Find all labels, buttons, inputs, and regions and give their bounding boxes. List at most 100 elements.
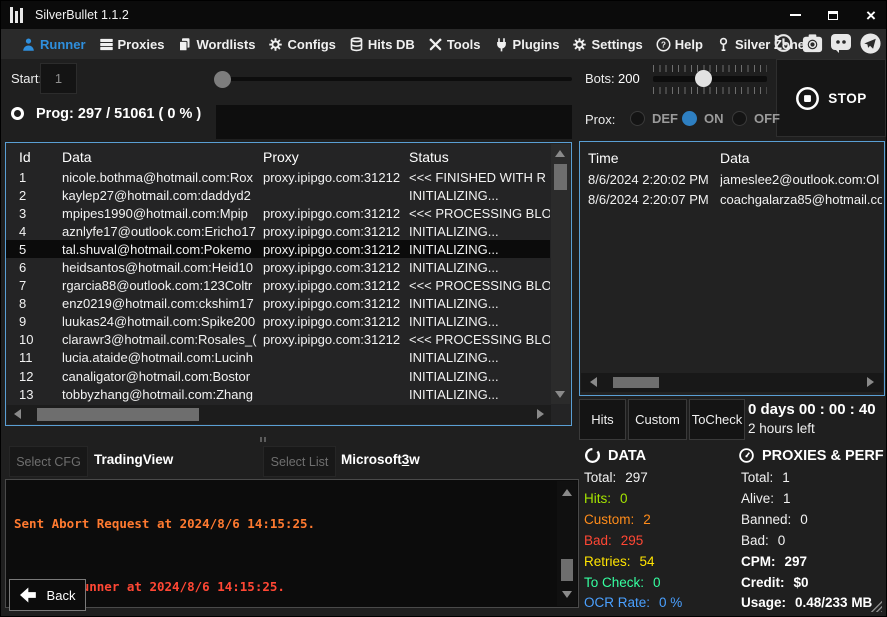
splitter-handle[interactable] (255, 437, 271, 442)
perf-alive: Alive:1 (741, 491, 791, 506)
telegram-icon[interactable] (858, 31, 882, 55)
data-icon (584, 447, 601, 464)
perf-credit: Credit:$0 (741, 575, 809, 590)
scroll-thumb[interactable] (37, 408, 199, 421)
progress-indicator-icon (11, 107, 24, 120)
camera-icon[interactable] (800, 31, 824, 55)
table-row[interactable]: 3mpipes1990@hotmail.com:Mpipproxy.ipipgo… (6, 204, 550, 222)
stop-button[interactable]: STOP (776, 59, 886, 137)
nav-settings[interactable]: Settings (572, 37, 642, 52)
column-header-data[interactable]: Data (720, 150, 882, 166)
nav-plugins[interactable]: Plugins (494, 37, 560, 52)
nav-hitsdb[interactable]: Hits DB (349, 37, 415, 52)
log-console[interactable]: Sent Abort Request at 2024/8/6 14:15:25.… (5, 479, 579, 608)
hit-row[interactable]: 8/6/2024 2:20:02 PMjameslee2@outlook.com… (580, 170, 882, 190)
bots-slider-ticks (653, 65, 767, 72)
gauge-icon (738, 447, 755, 464)
table-row[interactable]: 7rgarcia88@outlook.com:123Coltrproxy.ipi… (6, 277, 550, 295)
scroll-down-icon[interactable] (555, 391, 565, 398)
tab-hits[interactable]: Hits (579, 399, 626, 440)
prox-on-radio[interactable] (682, 111, 697, 126)
perf-usage: Usage:0.48/233 MB (741, 595, 872, 610)
log-line: Sent Abort Request at 2024/8/6 14:15:25. (14, 513, 548, 534)
horizontal-scrollbar[interactable] (581, 373, 883, 392)
minimize-button[interactable] (784, 4, 806, 26)
svg-text:?: ? (661, 40, 666, 49)
start-input[interactable] (40, 63, 77, 94)
hit-row[interactable]: 8/6/2024 2:20:07 PMcoachgalarza85@hotmai… (580, 190, 882, 210)
column-header-id[interactable]: Id (19, 149, 62, 165)
table-row[interactable]: 2kaylep27@hotmail.com:daddyd2INITIALIZIN… (6, 186, 550, 204)
prox-off-radio[interactable] (732, 111, 747, 126)
scroll-left-icon[interactable] (590, 377, 597, 387)
prox-label: Prox: (585, 112, 615, 127)
discord-icon[interactable] (829, 31, 853, 55)
table-row[interactable]: 12canaligator@hotmail.com:BostorINITIALI… (6, 367, 550, 385)
stat-custom: Custom:2 (584, 512, 651, 527)
perf-bad: Bad:0 (741, 533, 785, 548)
table-row[interactable]: 1nicole.bothma@hotmail.com:Roxproxy.ipip… (6, 168, 550, 186)
history-icon[interactable] (771, 31, 795, 55)
nav-runner[interactable]: Runner (21, 37, 86, 52)
nav-help[interactable]: ? Help (656, 37, 703, 52)
table-row-selected[interactable]: 5tal.shuval@hotmail.com:Pokemoproxy.ipip… (6, 240, 550, 258)
nav-wordlists[interactable]: Wordlists (177, 37, 255, 52)
bots-slider-handle[interactable] (695, 70, 712, 87)
start-slider-handle[interactable] (214, 71, 231, 88)
column-header-status[interactable]: Status (409, 149, 550, 165)
start-slider[interactable] (216, 77, 572, 81)
data-section-header: DATA (584, 447, 646, 464)
nav-proxies[interactable]: Proxies (99, 37, 165, 52)
stat-retries: Retries:54 (584, 554, 655, 569)
table-row[interactable]: 6heidsantos@hotmail.com:Heid10proxy.ipip… (6, 258, 550, 276)
titlebar: SilverBullet 1.1.2 × (1, 1, 887, 29)
nav-tools[interactable]: Tools (428, 37, 481, 52)
progress-text: Prog: 297 / 51061 ( 0 % ) (36, 106, 201, 122)
tab-custom[interactable]: Custom (628, 399, 687, 440)
maximize-button[interactable] (822, 4, 844, 26)
select-list-button[interactable]: Select List (263, 446, 336, 477)
silverzone-icon (716, 37, 731, 52)
scroll-thumb[interactable] (554, 164, 567, 190)
table-row[interactable]: 10clarawr3@hotmail.com:Rosales_(proxy.ip… (6, 331, 550, 349)
tab-tocheck[interactable]: ToCheck (689, 399, 745, 440)
scroll-up-icon[interactable] (555, 150, 565, 157)
stop-icon (795, 86, 820, 111)
prox-def-radio[interactable] (630, 111, 645, 126)
bots-table: Id Data Proxy Status 1nicole.bothma@hotm… (5, 142, 572, 426)
maximize-icon (828, 11, 838, 20)
scroll-up-icon[interactable] (562, 489, 572, 496)
column-header-time[interactable]: Time (588, 150, 720, 166)
scroll-left-icon[interactable] (14, 409, 21, 419)
column-header-proxy[interactable]: Proxy (263, 149, 409, 165)
perf-cpm: CPM:297 (741, 554, 807, 569)
scroll-right-icon[interactable] (537, 409, 544, 419)
prox-on-label: ON (704, 111, 724, 126)
prox-def-label: DEF (652, 111, 678, 126)
back-arrow-icon (20, 587, 40, 603)
table-row[interactable]: 9luukas24@hotmail.com:Spike200proxy.ipip… (6, 313, 550, 331)
proxies-icon (99, 37, 114, 52)
hitsdb-icon (349, 37, 364, 52)
select-cfg-button[interactable]: Select CFG (9, 446, 88, 477)
runner-icon (21, 37, 36, 52)
scroll-down-icon[interactable] (562, 591, 572, 598)
scroll-right-icon[interactable] (867, 377, 874, 387)
vertical-scrollbar[interactable] (557, 481, 577, 606)
table-row[interactable]: 8enz0219@hotmail.com:ckshim17proxy.ipipg… (6, 295, 550, 313)
nav-configs[interactable]: Configs (268, 37, 335, 52)
settings-icon (572, 37, 587, 52)
stat-hits: Hits:0 (584, 491, 628, 506)
horizontal-scrollbar[interactable] (7, 405, 551, 424)
table-row[interactable]: 13tobbyzhang@hotmail.com:ZhangINITIALIZI… (6, 385, 550, 403)
table-row[interactable]: 11lucia.ataide@hotmail.com:LucinhINITIAL… (6, 349, 550, 367)
bots-label: Bots: (585, 71, 615, 86)
close-button[interactable]: × (860, 4, 882, 26)
back-button[interactable]: Back (9, 579, 86, 611)
scroll-thumb[interactable] (613, 377, 659, 388)
scroll-thumb[interactable] (561, 559, 573, 581)
vertical-scrollbar[interactable] (551, 144, 570, 404)
minimize-icon (790, 14, 801, 16)
column-header-data[interactable]: Data (62, 149, 263, 165)
table-row[interactable]: 4aznlyfe17@outlook.com:Ericho17proxy.ipi… (6, 222, 550, 240)
